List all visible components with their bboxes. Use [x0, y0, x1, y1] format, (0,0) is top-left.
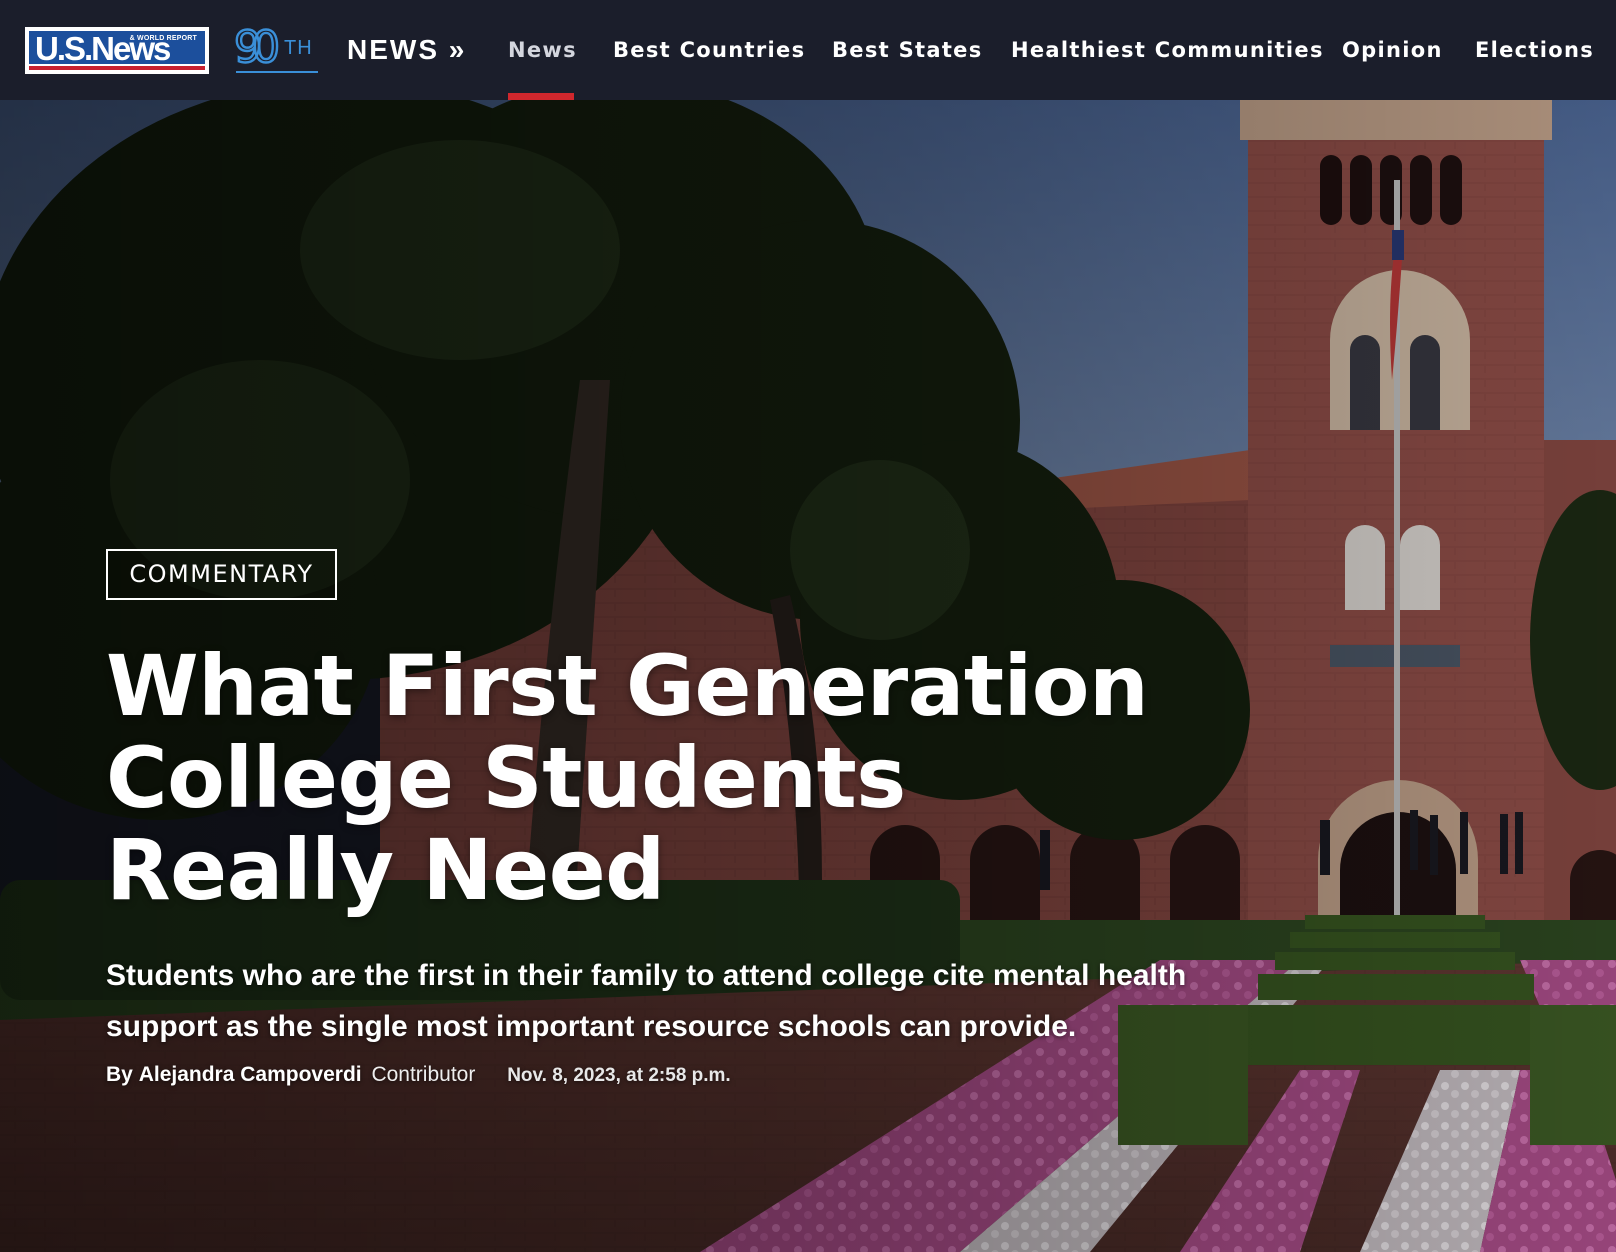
article-byline: By Alejandra Campoverdi Contributor Nov.… — [106, 1063, 731, 1087]
nav-item-best-countries[interactable]: Best Countries — [613, 34, 805, 66]
svg-text:TH: TH — [284, 37, 313, 59]
nav-item-best-states[interactable]: Best States — [832, 34, 983, 66]
news-section-link[interactable]: NEWS » — [347, 31, 466, 69]
author-link[interactable]: Alejandra Campoverdi — [139, 1063, 362, 1086]
article-headline: What First Generation College Students R… — [106, 640, 1206, 916]
nav-item-news[interactable]: News — [508, 34, 577, 66]
article-summary: Students who are the first in their fami… — [106, 950, 1286, 1052]
nav-item-healthiest-communities[interactable]: Healthiest Communities — [1011, 34, 1324, 66]
publish-date: Nov. 8, 2023, at 2:58 p.m. — [507, 1065, 731, 1086]
top-navigation-bar: & WORLD REPORT U.S.News 90 TH NEWS » New… — [0, 0, 1616, 100]
commentary-tag[interactable]: COMMENTARY — [106, 549, 337, 600]
byline-prefix: By — [106, 1063, 133, 1086]
usnews-logo-field: & WORLD REPORT U.S.News — [29, 31, 205, 70]
svg-text:90: 90 — [234, 22, 278, 73]
usnews-logo-wordmark: U.S.News — [35, 31, 171, 67]
article-hero: COMMENTARY What First Generation College… — [0, 100, 1616, 1252]
usnews-logo-stripe — [29, 64, 205, 70]
nav-item-opinion[interactable]: Opinion — [1342, 34, 1443, 66]
usnews-logo[interactable]: & WORLD REPORT U.S.News — [25, 27, 209, 74]
headline-line-1: What First Generation — [106, 637, 1149, 735]
anniversary-90th-logo[interactable]: 90 TH — [233, 21, 322, 76]
summary-line-2: support as the single most important res… — [106, 1010, 1077, 1043]
author-role: Contributor — [371, 1063, 476, 1086]
active-nav-indicator — [508, 93, 574, 100]
nav-item-elections[interactable]: Elections — [1475, 34, 1594, 66]
headline-line-3: Really Need — [106, 821, 665, 919]
headline-line-2: College Students — [106, 729, 906, 827]
summary-line-1: Students who are the first in their fami… — [106, 959, 1187, 992]
anniversary-90th-mark: 90 TH — [233, 21, 318, 74]
